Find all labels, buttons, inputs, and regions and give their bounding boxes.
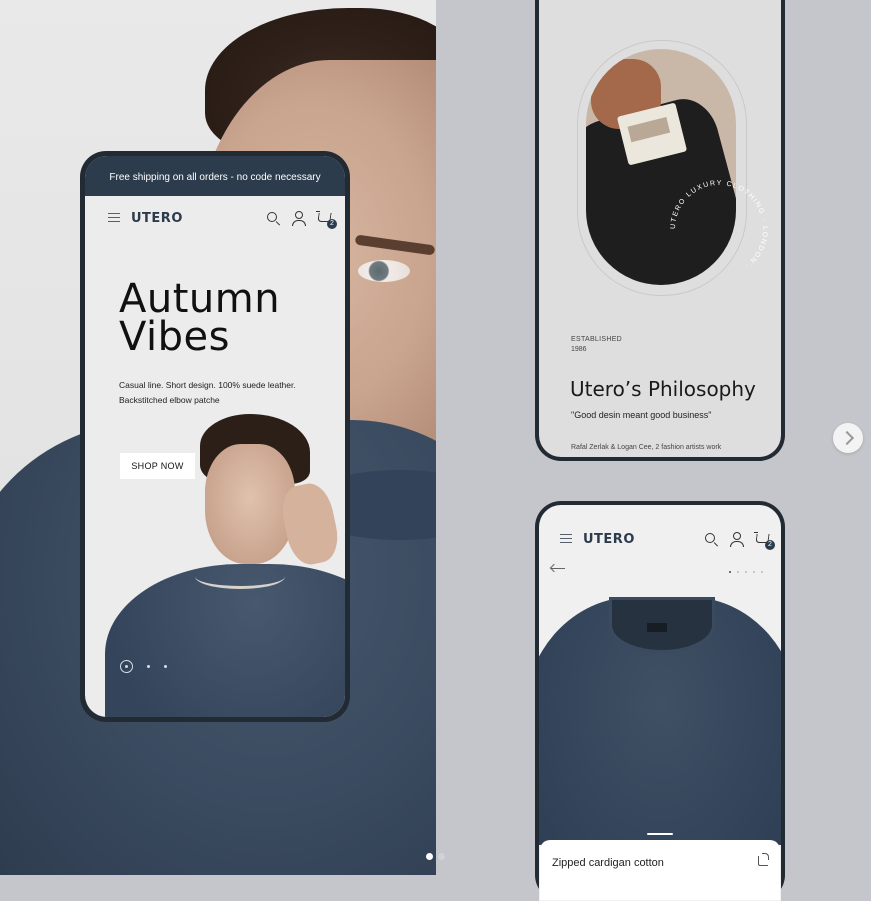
cart-count-badge: 2 (765, 540, 775, 550)
account-icon[interactable] (729, 531, 745, 547)
back-arrow-icon[interactable] (551, 568, 565, 570)
model-face (205, 444, 295, 564)
svg-text:UTERO LUXURY CLOTHING · LONDON: UTERO LUXURY CLOTHING · LONDON · (670, 180, 768, 270)
gallery-dot[interactable] (745, 571, 747, 573)
philosophy-title: Utero’s Philosophy (570, 377, 756, 401)
search-icon[interactable] (703, 531, 719, 547)
sheet-drag-handle[interactable] (647, 833, 673, 835)
menu-icon[interactable] (559, 531, 575, 547)
cart-icon[interactable]: 2 (754, 531, 775, 550)
phone-screen-home: Free shipping on all orders - no code ne… (85, 156, 345, 717)
model-eye (358, 260, 410, 282)
model-collar (195, 564, 285, 589)
announcement-bar: Free shipping on all orders - no code ne… (85, 156, 345, 196)
cart-count-badge: 2 (327, 219, 337, 229)
phone-mockup-product: UTERO 2 Zipped cardigan cotton (535, 501, 785, 901)
gallery-dot-active[interactable] (729, 571, 731, 573)
sweatshirt-tag (647, 623, 667, 632)
philosophy-credit: Rafal Zerlak & Logan Cee, 2 fashion arti… (571, 444, 722, 451)
established-label: ESTABLISHED (571, 336, 623, 343)
pager-dot[interactable] (438, 853, 445, 860)
gallery-dots (729, 571, 763, 573)
phone-mockup-home: Free shipping on all orders - no code ne… (80, 151, 350, 722)
phone-screen-about: UTERO LUXURY CLOTHING · LONDON · ESTABLI… (539, 0, 781, 457)
brand-logo[interactable]: UTERO (131, 211, 183, 226)
account-icon[interactable] (291, 210, 307, 226)
share-icon[interactable] (758, 853, 769, 866)
gallery-dot[interactable] (761, 571, 763, 573)
established-year: 1986 (571, 346, 587, 353)
cart-icon[interactable]: 2 (316, 210, 337, 229)
product-name: Zipped cardigan cotton (552, 857, 664, 869)
slider-dot[interactable] (147, 665, 150, 668)
site-header: UTERO 2 (85, 200, 345, 236)
shop-now-button[interactable]: SHOP NOW (120, 453, 195, 479)
circular-badge-label: UTERO LUXURY CLOTHING · LONDON · (670, 180, 767, 270)
hero-description: Casual line. Short design. 100% suede le… (119, 378, 319, 408)
phone-mockup-about: UTERO LUXURY CLOTHING · LONDON · ESTABLI… (535, 0, 785, 461)
site-header: UTERO 2 (539, 521, 781, 557)
model-hand (277, 479, 343, 569)
announcement-text: Free shipping on all orders - no code ne… (109, 171, 321, 183)
slider-dot[interactable] (164, 665, 167, 668)
circular-badge-text: UTERO LUXURY CLOTHING · LONDON · (659, 169, 779, 289)
menu-icon[interactable] (107, 210, 123, 226)
search-icon[interactable] (265, 210, 281, 226)
next-slide-button[interactable] (833, 423, 863, 453)
phone-screen-product: UTERO 2 Zipped cardigan cotton (539, 505, 781, 901)
product-image (539, 585, 781, 845)
hero-desc-line-1: Casual line. Short design. 100% suede le… (119, 380, 296, 390)
slider-dot-active[interactable] (120, 660, 133, 673)
hero-title: Autumn Vibes (119, 276, 281, 360)
product-info-sheet: Zipped cardigan cotton (540, 840, 780, 900)
hero-slider-dots (120, 660, 167, 673)
pager-dot-active[interactable] (426, 853, 433, 860)
gallery-pager (426, 853, 445, 860)
hero-desc-line-2: Backstitched elbow patche (119, 395, 220, 405)
philosophy-quote: "Good desin meant good business" (571, 410, 712, 420)
hero-title-line-2: Vibes (119, 314, 230, 360)
gallery-dot[interactable] (753, 571, 755, 573)
gallery-dot[interactable] (737, 571, 739, 573)
brand-logo[interactable]: UTERO (583, 532, 635, 547)
hero-title-line-1: Autumn (119, 276, 281, 322)
